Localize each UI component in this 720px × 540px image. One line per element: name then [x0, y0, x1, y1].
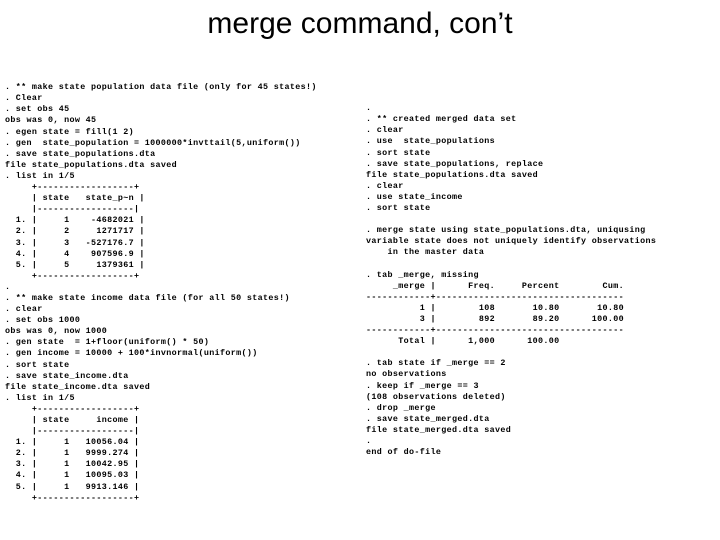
- code-line: . save state_populations.dta: [5, 148, 156, 159]
- left-code-column: . ** make state population data file (on…: [5, 60, 360, 526]
- code-line: .: [366, 103, 372, 114]
- code-line: 1. | 1 10056.04 |: [5, 437, 140, 448]
- code-line: |------------------|: [5, 426, 140, 437]
- code-line: no observations: [366, 369, 447, 380]
- code-line: | state state_p~n |: [5, 193, 145, 204]
- code-line: . set obs 45: [5, 104, 70, 115]
- code-line: . clear: [5, 304, 43, 315]
- code-line: variable state does not uniquely identif…: [366, 236, 657, 247]
- code-line: 4. | 4 907596.9 |: [5, 248, 145, 259]
- code-line: end of do-file: [366, 447, 442, 458]
- page-title: merge command, con’t: [207, 7, 513, 40]
- code-line: 3. | 3 -527176.7 |: [5, 237, 145, 248]
- code-line: . save state_populations, replace: [366, 158, 544, 169]
- code-line: . ** created merged data set: [366, 114, 517, 125]
- code-line: 5. | 5 1379361 |: [5, 259, 145, 270]
- code-line: +------------------+: [5, 182, 140, 193]
- code-line: ------------+---------------------------…: [366, 325, 625, 336]
- code-line: . sort state: [5, 359, 70, 370]
- code-line: .: [366, 436, 372, 446]
- code-line: . save state_income.dta: [5, 370, 129, 381]
- code-line: . list in 1/5: [5, 392, 75, 403]
- code-line: . clear: [366, 180, 404, 191]
- code-line: . clear: [366, 125, 404, 136]
- code-line: . use state_populations: [366, 136, 496, 147]
- code-line: +------------------+: [5, 403, 140, 414]
- code-line: obs was 0, now 1000: [5, 326, 108, 337]
- code-line: . keep if _merge == 3: [366, 380, 479, 391]
- code-line: . tab state if _merge == 2: [366, 358, 506, 369]
- code-line: Total | 1,000 100.00: [366, 336, 560, 347]
- code-line: +------------------+: [5, 492, 140, 503]
- code-line: . tab _merge, missing: [366, 269, 479, 280]
- code-line: . drop _merge: [366, 402, 436, 413]
- code-line: +------------------+: [5, 270, 140, 281]
- code-line: . Clear: [5, 93, 43, 104]
- code-line: . ** make state income data file (for al…: [5, 292, 290, 303]
- code-line: file state_populations.dta saved: [5, 159, 178, 170]
- code-line: . use state_income: [366, 191, 463, 202]
- code-line: | state income |: [5, 415, 140, 425]
- code-line: . sort state: [366, 147, 431, 158]
- code-line: . gen state_population = 1000000*invttai…: [5, 137, 301, 148]
- code-line: (108 observations deleted): [366, 391, 506, 402]
- code-line: 2. | 1 9999.274 |: [5, 448, 140, 459]
- right-code-column: .. ** created merged data set. clear. us…: [366, 81, 718, 480]
- code-line: 4. | 1 10095.03 |: [5, 470, 140, 481]
- code-line: . list in 1/5: [5, 170, 75, 181]
- code-line: file state_populations.dta saved: [366, 169, 539, 180]
- code-line: file state_income.dta saved: [5, 381, 151, 392]
- code-line: _merge | Freq. Percent Cum.: [366, 280, 625, 291]
- code-line: in the master data: [366, 247, 485, 258]
- slide-root: merge command, con’t . ** make state pop…: [0, 0, 720, 540]
- code-line: . ** make state population data file (on…: [5, 82, 317, 93]
- code-line: . save state_merged.dta: [366, 413, 490, 424]
- code-line: . set obs 1000: [5, 315, 81, 326]
- code-line: |------------------|: [5, 204, 140, 215]
- code-line: 5. | 1 9913.146 |: [5, 481, 140, 492]
- right-code-block: .. ** created merged data set. clear. us…: [366, 103, 718, 458]
- code-line: 1. | 1 -4682021 |: [5, 215, 145, 226]
- code-line: 1 | 108 10.80 10.80: [366, 302, 625, 313]
- code-line: . gen state = 1+floor(uniform() * 50): [5, 337, 210, 348]
- code-line: . sort state: [366, 203, 431, 214]
- left-code-block: . ** make state population data file (on…: [5, 82, 360, 504]
- code-line: . merge state using state_populations.dt…: [366, 225, 646, 236]
- code-line: .: [5, 281, 11, 292]
- code-line: 3 | 892 89.20 100.00: [366, 313, 625, 324]
- code-line: . egen state = fill(1 2): [5, 126, 135, 137]
- code-line: obs was 0, now 45: [5, 115, 97, 126]
- code-line: 2. | 2 1271717 |: [5, 226, 145, 237]
- code-line: . gen income = 10000 + 100*invnormal(uni…: [5, 348, 258, 359]
- code-line: file state_merged.dta saved: [366, 424, 512, 435]
- code-line: ------------+---------------------------…: [366, 291, 625, 302]
- code-line: 3. | 1 10042.95 |: [5, 459, 140, 470]
